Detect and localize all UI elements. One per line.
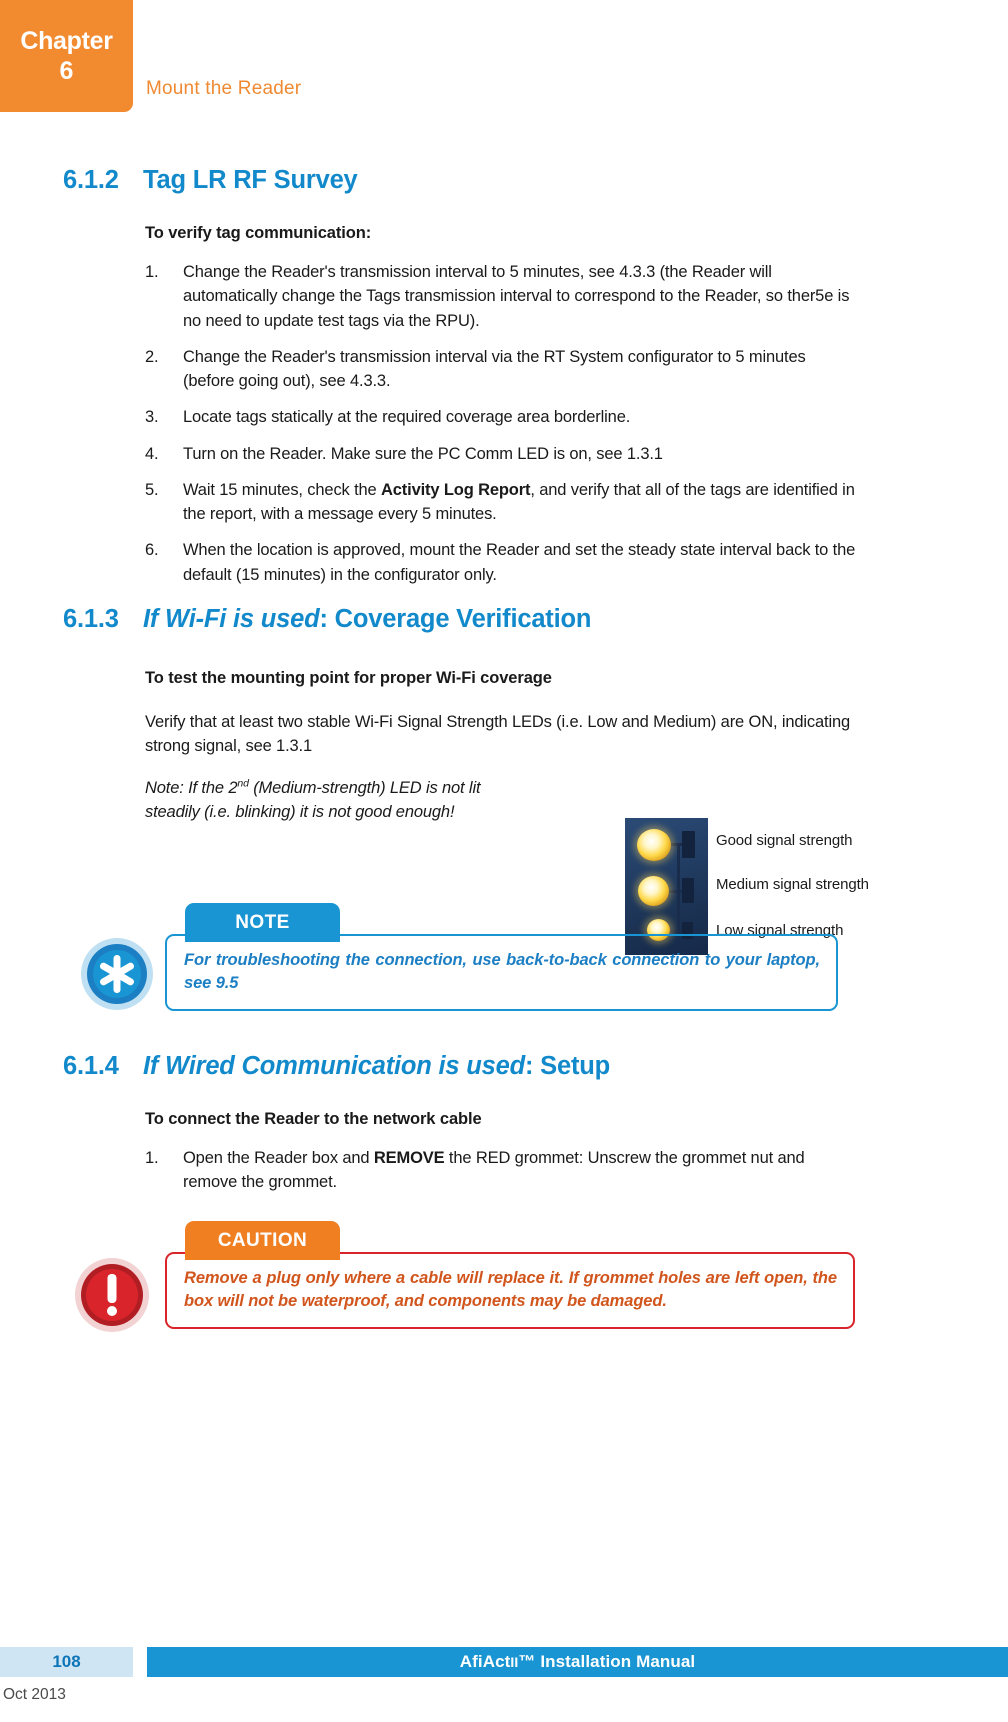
heading-6-1-2-title: Tag LR RF Survey bbox=[143, 166, 358, 194]
list-item-text: Change the Reader's transmission interva… bbox=[183, 263, 850, 330]
exclamation-warning-icon bbox=[75, 1258, 149, 1332]
list-item-text: Wait 15 minutes, check the Activity Log … bbox=[183, 478, 857, 527]
list-item-text: Open the Reader box and REMOVE the RED g… bbox=[183, 1146, 857, 1195]
heading-6-1-4-title-italic: If Wired Communication is used bbox=[143, 1052, 525, 1080]
chapter-number: 6 bbox=[59, 57, 74, 85]
lead-connect-reader: To connect the Reader to the network cab… bbox=[145, 1110, 482, 1128]
list-marker: 1. bbox=[145, 1149, 159, 1167]
footer-manual-title: AfiAct II ™ Installation Manual bbox=[147, 1647, 1008, 1677]
list-marker: 4. bbox=[145, 444, 159, 463]
heading-6-1-3: 6.1.3 If Wi-Fi is used: Coverage Verifica… bbox=[63, 605, 591, 634]
list-marker: 1. bbox=[145, 263, 159, 281]
list-item: 3. Locate tags statically at the require… bbox=[145, 405, 857, 429]
page-header-title: Mount the Reader bbox=[146, 78, 302, 99]
chapter-tab: Chapter 6 bbox=[0, 0, 133, 112]
lead-test-mounting: To test the mounting point for proper Wi… bbox=[145, 669, 552, 687]
list-item-text: When the location is approved, mount the… bbox=[183, 541, 856, 584]
list-marker: 3. bbox=[145, 408, 159, 427]
list-item: 1. Change the Reader's transmission inte… bbox=[145, 260, 857, 333]
paragraph-wifi-verify: Verify that at least two stable Wi-Fi Si… bbox=[145, 713, 851, 756]
led-label-good: Good signal strength bbox=[716, 832, 853, 849]
list-item-text: Turn on the Reader. Make sure the PC Com… bbox=[183, 444, 663, 463]
heading-6-1-4-number: 6.1.4 bbox=[63, 1052, 119, 1080]
footer-title-part2: II bbox=[510, 1654, 519, 1670]
note-callout-text: For troubleshooting the connection, use … bbox=[165, 934, 838, 1011]
heading-6-1-2-number: 6.1.2 bbox=[63, 166, 119, 194]
heading-6-1-2: 6.1.2 Tag LR RF Survey bbox=[63, 166, 358, 195]
footer-title-part1: AfiAct bbox=[459, 1652, 511, 1671]
list-marker: 5. bbox=[145, 480, 159, 499]
list-marker: 2. bbox=[145, 347, 159, 366]
footer-page-number: 108 bbox=[0, 1647, 133, 1677]
caution-tab-label: CAUTION bbox=[185, 1221, 340, 1260]
list-item: 5. Wait 15 minutes, check the Activity L… bbox=[145, 478, 857, 527]
list-marker: 6. bbox=[145, 541, 159, 560]
list-item: 6. When the location is approved, mount … bbox=[145, 538, 857, 587]
list-wired-setup: 1. Open the Reader box and REMOVE the RE… bbox=[145, 1146, 857, 1195]
footer-date: Oct 2013 bbox=[3, 1686, 66, 1703]
footer-title-part3: ™ Installation Manual bbox=[518, 1652, 696, 1671]
list-item-text: Change the Reader's transmission interva… bbox=[183, 347, 806, 390]
remove-emphasis: REMOVE bbox=[373, 1149, 445, 1167]
note-icon-wrapper bbox=[78, 935, 156, 1018]
list-item-text-before: Wait 15 minutes, check the bbox=[183, 480, 382, 499]
led-medium-signal bbox=[638, 876, 669, 906]
heading-6-1-3-title-rest: : Coverage Verification bbox=[319, 605, 592, 633]
note-medium-led-before: Note: If the 2 bbox=[145, 779, 238, 797]
heading-6-1-4-title-rest: : Setup bbox=[524, 1052, 610, 1080]
led-label-medium: Medium signal strength bbox=[716, 876, 869, 893]
lead-verify-tag: To verify tag communication: bbox=[145, 224, 372, 242]
chapter-word: Chapter bbox=[20, 26, 113, 55]
list-item: 1. Open the Reader box and REMOVE the RE… bbox=[145, 1146, 857, 1195]
asterisk-note-icon bbox=[81, 938, 153, 1010]
ordinal-superscript: nd bbox=[237, 777, 249, 790]
connector-pin bbox=[682, 878, 694, 903]
list-tag-survey: 1. Change the Reader's transmission inte… bbox=[145, 260, 857, 587]
document-page: Chapter 6 Mount the Reader 6.1.2 Tag LR R… bbox=[0, 0, 1008, 1722]
heading-6-1-4: 6.1.4 If Wired Communication is used: Set… bbox=[63, 1052, 610, 1081]
connector-pin bbox=[682, 831, 695, 858]
heading-6-1-3-number: 6.1.3 bbox=[63, 605, 119, 633]
note-medium-led: Note: If the 2nd (Medium-strength) LED i… bbox=[145, 776, 537, 825]
list-item-text-before: Open the Reader box and bbox=[183, 1149, 374, 1167]
led-good-signal bbox=[637, 829, 671, 861]
list-item-text: Locate tags statically at the required c… bbox=[183, 408, 631, 427]
heading-6-1-3-title-italic: If Wi-Fi is used bbox=[143, 605, 320, 633]
caution-icon-wrapper bbox=[72, 1255, 152, 1340]
list-item: 4. Turn on the Reader. Make sure the PC … bbox=[145, 442, 857, 466]
activity-log-report-emphasis: Activity Log Report bbox=[381, 480, 531, 499]
list-item: 2. Change the Reader's transmission inte… bbox=[145, 345, 857, 394]
caution-callout-text: Remove a plug only where a cable will re… bbox=[165, 1252, 855, 1329]
note-tab-label: NOTE bbox=[185, 903, 340, 942]
